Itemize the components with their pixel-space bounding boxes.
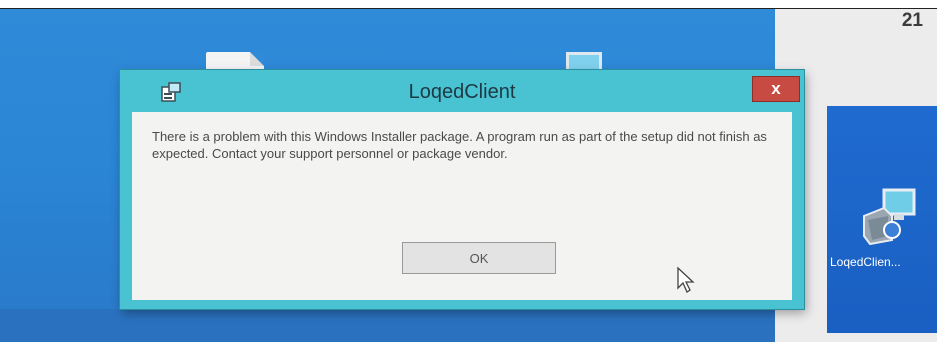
dialog-title: LoqedClient [408, 81, 516, 103]
tile-label: LoqedClien... [830, 255, 901, 269]
installer-package-icon [863, 188, 916, 246]
ok-button-label: OK [469, 250, 489, 266]
clock-text: 21 [901, 10, 923, 31]
close-button[interactable]: x [752, 76, 800, 102]
close-icon: x [771, 79, 781, 98]
mouse-pointer-icon [677, 266, 695, 293]
error-message: There is a problem with this Windows Ins… [152, 129, 767, 161]
error-dialog: LoqedClient x There is a problem with th… [120, 70, 804, 309]
ok-button[interactable]: OK [402, 242, 556, 274]
dialog-titlebar[interactable]: LoqedClient x [120, 70, 804, 112]
desktop-lower-area [0, 309, 775, 342]
